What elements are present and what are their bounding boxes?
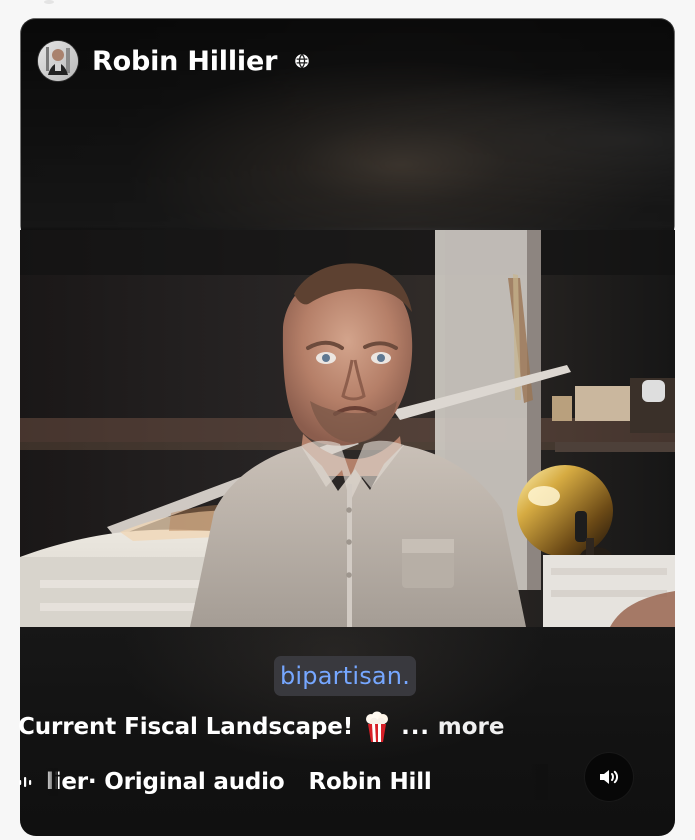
post-title-row: Current Fiscal Landscape! ... more (18, 707, 505, 747)
video-thumbnail (20, 230, 675, 627)
avatar[interactable] (38, 41, 78, 81)
top-edge-shadow (44, 0, 54, 4)
avatar-image (38, 41, 78, 81)
post-header: Robin Hillier (38, 40, 311, 82)
popcorn-icon (366, 711, 389, 742)
more-link[interactable]: more (438, 714, 505, 740)
post-title: Current Fiscal Landscape! (18, 714, 354, 740)
audio-left-fade (46, 768, 58, 796)
volume-button[interactable] (585, 753, 633, 801)
audio-right-fade (530, 764, 548, 800)
author-name[interactable]: Robin Hillier (92, 48, 277, 75)
page: Robin Hillier bipartisan. Current Fiscal… (0, 0, 695, 840)
live-caption-text: bipartisan. (280, 662, 411, 690)
volume-icon (600, 770, 619, 784)
audio-creator-name: Robin Hill (308, 769, 432, 795)
equalizer-icon (19, 777, 32, 787)
live-caption-chip: bipartisan. (274, 656, 417, 696)
globe-icon (295, 53, 309, 69)
ellipsis: ... (401, 714, 430, 740)
video-frame[interactable] (20, 230, 675, 627)
audio-original-label: · Original audio (87, 769, 285, 795)
audio-attribution-row[interactable]: lier · Original audio Robin Hill (18, 764, 548, 800)
